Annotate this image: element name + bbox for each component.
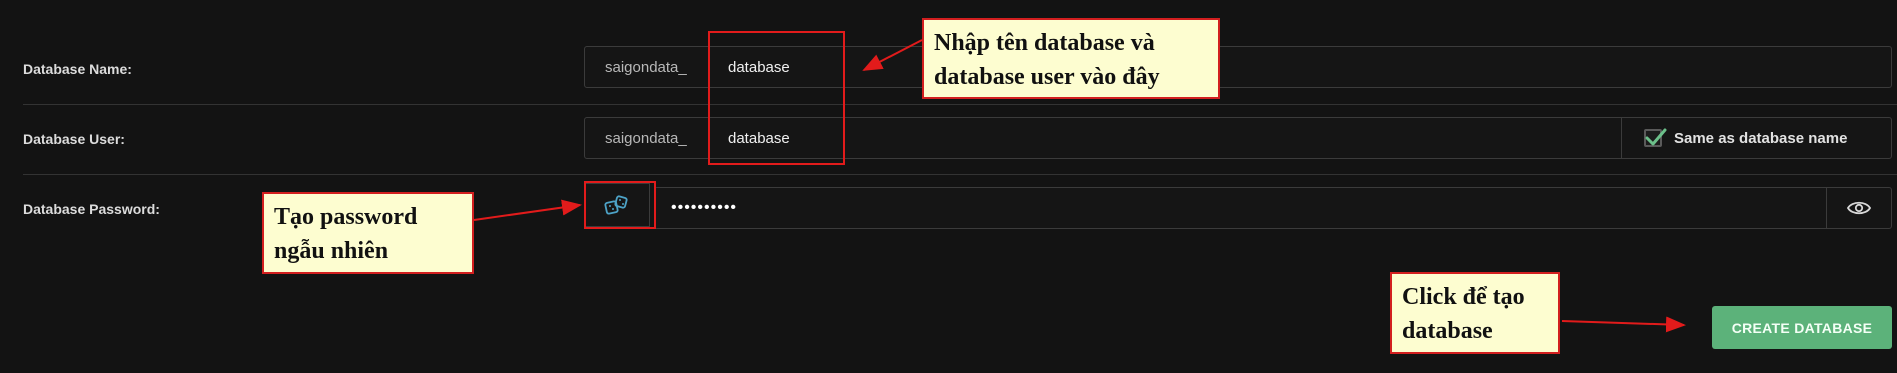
create-database-button[interactable]: CREATE DATABASE xyxy=(1712,306,1892,349)
divider xyxy=(23,104,1897,105)
arrow-to-create-button xyxy=(1561,316,1686,333)
annotation-create-note: Click để tạo database xyxy=(1390,272,1560,354)
highlight-name-user-box xyxy=(708,31,845,165)
password-input[interactable]: •••••••••• xyxy=(671,188,737,228)
database-user-label: Database User: xyxy=(23,131,125,147)
database-password-field[interactable]: •••••••••• xyxy=(654,187,1892,229)
show-password-button[interactable] xyxy=(1826,188,1891,228)
same-as-name-toggle[interactable]: Same as database name xyxy=(1621,118,1891,158)
divider xyxy=(23,174,1897,175)
eye-icon xyxy=(1847,201,1871,215)
database-password-label: Database Password: xyxy=(23,201,160,217)
arrow-to-dice-button xyxy=(473,199,582,221)
highlight-dice-box xyxy=(584,181,656,229)
checkmark-icon xyxy=(1645,128,1667,146)
annotation-password-note: Tạo password ngẫu nhiên xyxy=(262,192,474,274)
annotation-name-note: Nhập tên database và database user vào đ… xyxy=(922,18,1220,99)
database-name-prefix: saigondata_ xyxy=(585,47,710,87)
database-name-label: Database Name: xyxy=(23,61,132,77)
same-as-name-label: Same as database name xyxy=(1674,129,1848,147)
same-as-name-checkbox[interactable] xyxy=(1644,128,1667,147)
database-user-prefix: saigondata_ xyxy=(585,118,710,158)
